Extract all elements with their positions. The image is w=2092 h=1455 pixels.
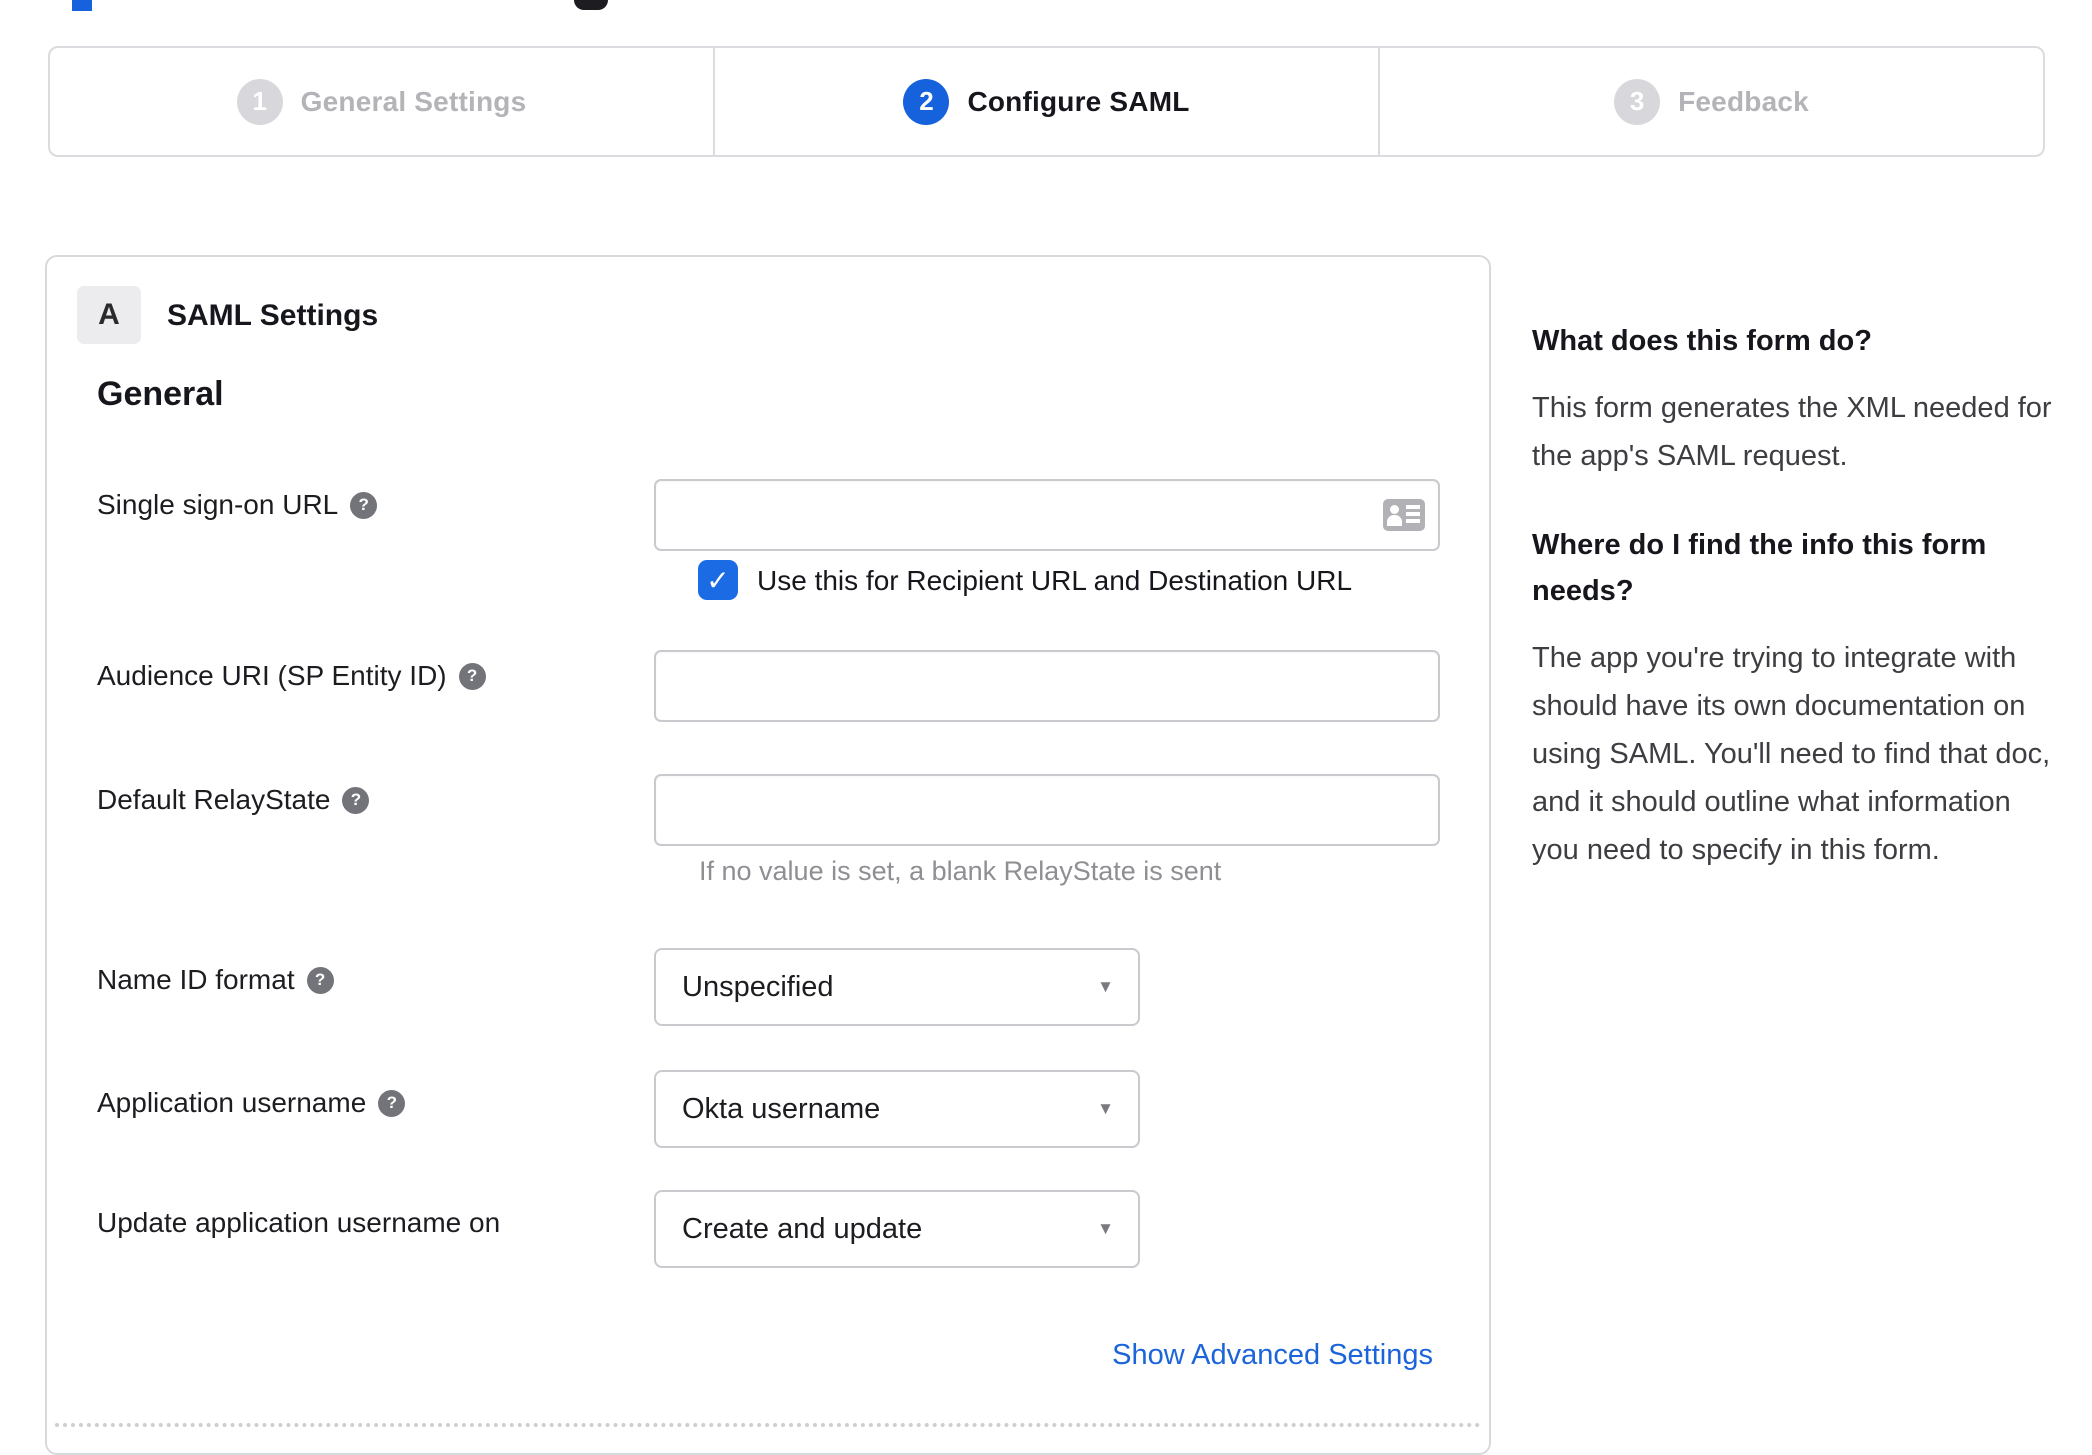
section-dotted-divider (55, 1423, 1481, 1427)
contact-card-icon[interactable] (1383, 499, 1425, 531)
sso-url-input[interactable] (654, 479, 1440, 551)
chevron-down-icon: ▼ (1097, 1099, 1114, 1118)
recipient-url-checkbox-label[interactable]: Use this for Recipient URL and Destinati… (757, 565, 1352, 597)
group-title-general: General (97, 375, 224, 413)
contact-card-head (1390, 505, 1399, 514)
saml-settings-panel: A SAML Settings General Single sign-on U… (45, 255, 1491, 1455)
name-id-format-help-icon[interactable]: ? (306, 966, 334, 994)
audience-uri-label: Audience URI (SP Entity ID) ? (97, 660, 486, 692)
app-username-label-text: Application username (97, 1087, 367, 1118)
audience-uri-label-text: Audience URI (SP Entity ID) (97, 660, 447, 691)
sidebar-q1-body: This form generates the XML needed for t… (1532, 392, 2052, 472)
app-username-select[interactable]: Okta username ▼ (654, 1070, 1140, 1148)
step-2-label: Configure SAML (967, 85, 1190, 117)
sidebar-q1-title: What does this form do? (1532, 325, 1872, 357)
name-id-format-value: Unspecified (682, 970, 834, 1003)
app-username-label: Application username ? (97, 1087, 406, 1119)
step-1-number-badge: 1 (236, 78, 283, 125)
app-username-value: Okta username (682, 1092, 881, 1125)
cropped-blue-logo-fragment (72, 0, 92, 11)
contact-card-body (1387, 515, 1402, 526)
chevron-down-icon: ▼ (1097, 1219, 1114, 1238)
step-1-label: General Settings (300, 85, 527, 117)
contact-card-line (1406, 512, 1420, 516)
checkmark-icon: ✓ (706, 564, 730, 596)
section-letter-badge: A (77, 286, 141, 344)
relay-state-label: Default RelayState ? (97, 784, 370, 816)
update-username-value: Create and update (682, 1212, 923, 1245)
step-general-settings[interactable]: 1 General Settings (50, 48, 713, 155)
contact-card-line (1406, 519, 1420, 523)
relay-state-hint: If no value is set, a blank RelayState i… (699, 856, 1222, 886)
update-username-select[interactable]: Create and update ▼ (654, 1190, 1140, 1268)
relay-state-input[interactable] (654, 774, 1440, 846)
section-title: SAML Settings (167, 299, 379, 332)
cropped-dark-icon-fragment (574, 0, 608, 10)
name-id-format-label-text: Name ID format (97, 964, 295, 995)
sidebar-q2-body: The app you're trying to integrate with … (1532, 642, 2051, 866)
chevron-down-icon: ▼ (1097, 977, 1114, 996)
relay-state-help-icon[interactable]: ? (342, 786, 370, 814)
show-advanced-settings-link[interactable]: Show Advanced Settings (1112, 1339, 1433, 1372)
update-username-label: Update application username on (97, 1207, 500, 1239)
recipient-url-checkbox[interactable]: ✓ (698, 560, 738, 600)
audience-uri-help-icon[interactable]: ? (458, 662, 486, 690)
sso-url-label-text: Single sign-on URL (97, 489, 339, 520)
relay-state-label-text: Default RelayState (97, 784, 331, 815)
wizard-stepper: 1 General Settings 2 Configure SAML 3 Fe… (48, 46, 2045, 157)
step-3-label: Feedback (1678, 85, 1809, 117)
name-id-format-label: Name ID format ? (97, 964, 334, 996)
step-configure-saml[interactable]: 2 Configure SAML (713, 48, 1378, 155)
sso-url-help-icon[interactable]: ? (350, 491, 378, 519)
audience-uri-input[interactable] (654, 650, 1440, 722)
step-3-number-badge: 3 (1614, 78, 1661, 125)
saml-setup-wizard-page: { "stepper": { "steps": [ { "number": "1… (0, 0, 2092, 1455)
name-id-format-select[interactable]: Unspecified ▼ (654, 948, 1140, 1026)
app-username-help-icon[interactable]: ? (378, 1089, 406, 1117)
sidebar-q2-title: Where do I find the info this form needs… (1532, 529, 1987, 607)
step-feedback[interactable]: 3 Feedback (1378, 48, 2043, 155)
step-2-number-badge: 2 (903, 78, 950, 125)
contact-card-line (1406, 505, 1420, 509)
sso-url-label: Single sign-on URL ? (97, 489, 378, 521)
help-sidebar: What does this form do? This form genera… (1532, 318, 2064, 916)
update-username-label-text: Update application username on (97, 1207, 501, 1238)
